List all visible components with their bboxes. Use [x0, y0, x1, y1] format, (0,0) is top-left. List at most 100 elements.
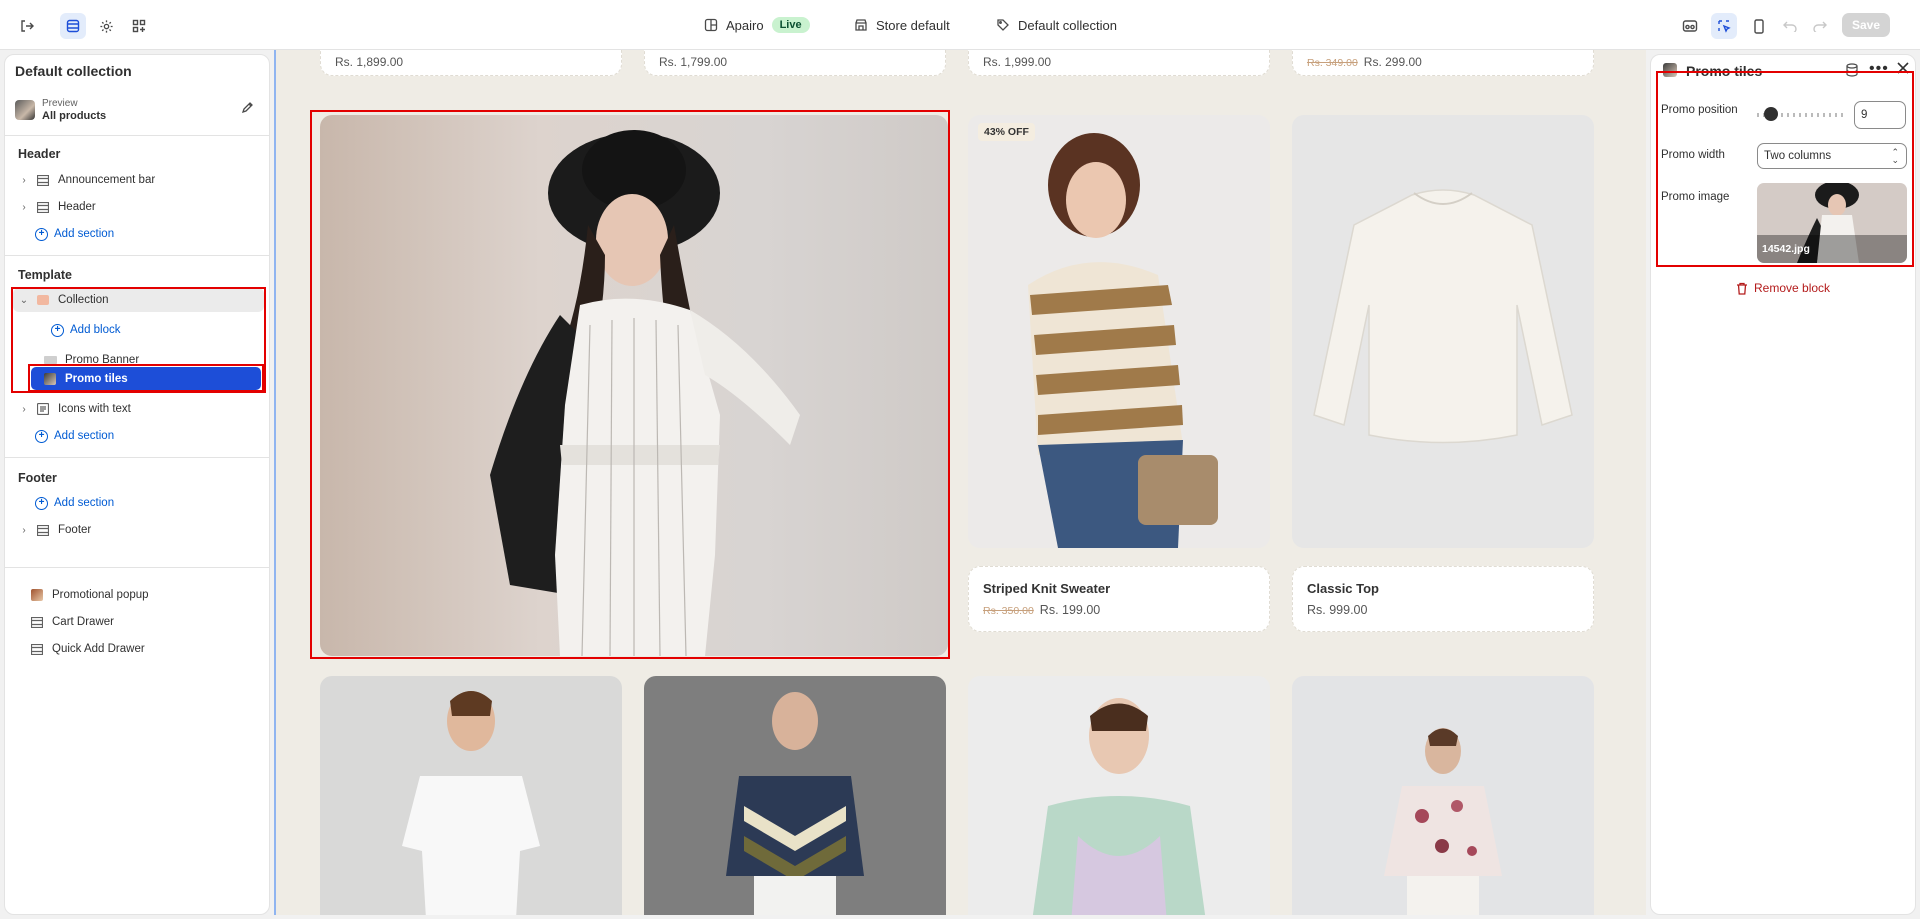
undo-icon[interactable] — [1777, 13, 1803, 39]
overlay-cart-drawer[interactable]: Cart Drawer — [5, 611, 269, 633]
text-list-icon — [36, 403, 50, 415]
layout-icon — [704, 18, 718, 32]
product-price: Rs. 1,799.00 — [659, 55, 728, 69]
section-header[interactable]: › Header — [5, 196, 269, 218]
theme-settings-gear-icon[interactable] — [93, 13, 119, 39]
product-image-sweater[interactable]: 43% OFF — [968, 115, 1270, 548]
section-footer[interactable]: › Footer — [5, 519, 269, 541]
remove-block-label: Remove block — [1754, 281, 1831, 295]
chevron-right-icon[interactable]: › — [18, 404, 30, 415]
product-info-card[interactable]: Striped Knit Sweater Rs. 350.00 Rs. 199.0… — [968, 566, 1270, 632]
template-group-heading: Template — [18, 268, 72, 282]
preview-value: All products — [42, 110, 107, 122]
plus-circle-icon: + — [35, 227, 48, 241]
add-section-label: Add section — [54, 228, 115, 240]
pencil-icon[interactable] — [241, 101, 254, 119]
preview-label: Preview — [42, 98, 78, 109]
section-layout-icon — [30, 616, 44, 628]
theme-label: Store default — [876, 17, 950, 33]
product-name: Striped Knit Sweater — [983, 581, 1111, 596]
product-image-tshirt[interactable] — [320, 676, 622, 915]
apps-icon[interactable] — [126, 13, 152, 39]
overlay-quick-add-drawer[interactable]: Quick Add Drawer — [5, 638, 269, 660]
sections-sidebar: Default collection Preview All products … — [4, 54, 270, 915]
redo-icon[interactable] — [1807, 13, 1833, 39]
store-selector[interactable]: Apairo Live — [704, 0, 810, 50]
chevron-right-icon[interactable]: › — [18, 202, 30, 213]
template-label: Default collection — [1018, 17, 1117, 33]
section-announcement-bar[interactable]: › Announcement bar — [5, 169, 269, 191]
overlay-label: Promotional popup — [52, 589, 149, 601]
section-layout-icon — [36, 524, 50, 536]
sweater-illustration — [1028, 133, 1218, 548]
product-image-chevron-shirt[interactable] — [644, 676, 946, 915]
store-icon — [855, 19, 867, 31]
product-price: Rs. 199.00 — [1039, 603, 1101, 617]
section-icons-with-text[interactable]: › Icons with text — [5, 398, 269, 420]
settings-highlight-box — [1656, 71, 1914, 267]
template-title: Default collection — [15, 63, 132, 79]
chevron-shirt-illustration — [726, 692, 864, 915]
live-badge: Live — [771, 17, 810, 33]
overlay-label: Quick Add Drawer — [52, 643, 145, 655]
chevron-right-icon[interactable]: › — [18, 175, 30, 186]
template-selector[interactable]: Default collection — [996, 0, 1117, 50]
product-price: Rs. 1,899.00 — [335, 55, 404, 69]
section-label: Icons with text — [58, 403, 131, 415]
product-image-satin-top[interactable] — [968, 676, 1270, 915]
add-section-header[interactable]: + Add section — [5, 223, 269, 245]
plus-circle-icon: + — [35, 429, 48, 443]
overlay-promotional-popup[interactable]: Promotional popup — [5, 584, 269, 606]
save-button[interactable]: Save — [1842, 13, 1890, 37]
section-label: Footer — [58, 524, 92, 536]
footer-group-heading: Footer — [18, 471, 57, 485]
add-section-label: Add section — [54, 430, 115, 442]
sections-icon[interactable] — [60, 13, 86, 39]
product-info-card[interactable]: Rs. 349.00 Rs. 299.00 — [1292, 50, 1594, 76]
inspector-icon[interactable] — [1677, 13, 1703, 39]
storefront-preview: Rs. 1,899.00 Rs. 1,799.00 Rs. 1,999.00 R… — [274, 50, 1646, 915]
header-group-heading: Header — [18, 147, 61, 161]
add-section-footer[interactable]: + Add section — [5, 492, 269, 514]
theme-selector[interactable]: Store default — [854, 0, 950, 50]
product-info-card[interactable]: Rs. 1,999.00 — [968, 50, 1270, 76]
store-name: Apairo — [726, 17, 764, 33]
product-image-classic-top[interactable] — [1292, 115, 1594, 548]
preview-selector[interactable]: Preview All products — [15, 95, 260, 125]
block-settings-panel: Promo tiles ••• Promo position 9 Promo w… — [1650, 54, 1916, 915]
product-price: Rs. 299.00 — [1363, 55, 1422, 69]
exit-icon[interactable] — [14, 13, 40, 39]
product-info-card[interactable]: Rs. 1,799.00 — [644, 50, 946, 76]
add-section-label: Add section — [54, 497, 115, 509]
product-info-card[interactable]: Classic Top Rs. 999.00 — [1292, 566, 1594, 632]
product-info-card[interactable]: Rs. 1,899.00 — [320, 50, 622, 76]
discount-badge: 43% OFF — [978, 123, 1035, 141]
tshirt-illustration — [402, 691, 540, 915]
chevron-right-icon[interactable]: › — [18, 525, 30, 536]
product-name: Classic Top — [1307, 581, 1380, 596]
old-price: Rs. 349.00 — [1307, 57, 1358, 69]
product-image-floral-blouse[interactable] — [1292, 676, 1594, 915]
satin-top-illustration — [1032, 698, 1206, 915]
floral-blouse-illustration — [1384, 728, 1502, 915]
trash-icon — [1737, 282, 1747, 295]
section-layout-icon — [36, 174, 50, 186]
old-price: Rs. 350.00 — [983, 605, 1034, 617]
promo-tile-highlight-box — [310, 110, 950, 659]
overlay-label: Cart Drawer — [52, 616, 114, 628]
popup-image-icon — [30, 589, 44, 601]
product-price: Rs. 1,999.00 — [983, 55, 1052, 69]
section-layout-icon — [36, 201, 50, 213]
section-layout-icon — [30, 643, 44, 655]
select-cursor-icon[interactable] — [1711, 13, 1737, 39]
mobile-view-icon[interactable] — [1746, 13, 1772, 39]
plus-circle-icon: + — [35, 496, 48, 510]
add-section-template[interactable]: + Add section — [5, 425, 269, 447]
preview-thumbnail — [15, 100, 35, 120]
tag-icon — [997, 19, 1009, 31]
remove-block-button[interactable]: Remove block — [1736, 281, 1830, 295]
section-label: Announcement bar — [58, 174, 156, 186]
product-price: Rs. 999.00 — [1307, 603, 1368, 617]
blouse-illustration — [1313, 189, 1573, 444]
promo-tiles-highlight-box — [28, 364, 264, 392]
